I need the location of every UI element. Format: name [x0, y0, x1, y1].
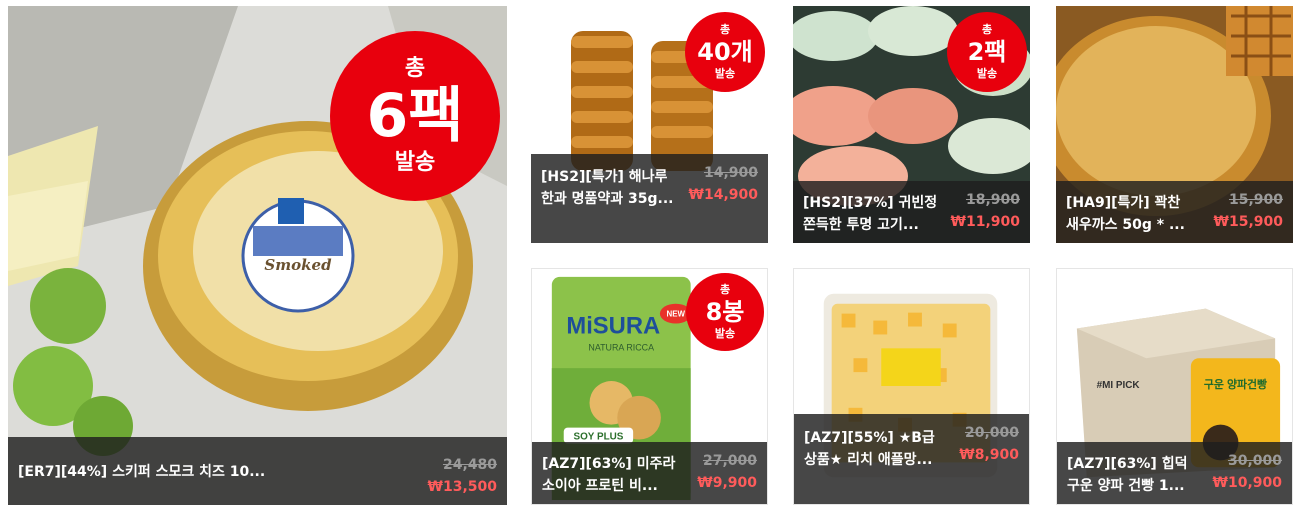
price-block: 27,000 ₩9,900: [697, 450, 757, 494]
badge-bottom: 발송: [714, 67, 736, 80]
sale-price: ₩11,900: [950, 214, 1020, 230]
product-card-4[interactable]: [HA9][특가] 꽉찬 새우까스 50g * ... 15,900 ₩15,9…: [1056, 6, 1293, 243]
price-block: 30,000 ₩10,900: [1213, 450, 1282, 494]
product-name[interactable]: [HS2][특가] 해나루 한과 명품약과 35g...: [541, 166, 689, 236]
original-price: 14,900: [703, 165, 758, 181]
badge-bottom: 발송: [394, 150, 436, 175]
product-info: [HA9][특가] 꽉찬 새우까스 50g * ... 15,900 ₩15,9…: [1056, 181, 1293, 243]
product-name[interactable]: [AZ7][63%] 미주라 소이아 프로틴 비...: [542, 453, 697, 497]
original-price: 15,900: [1228, 192, 1283, 208]
price-block: 14,900 ₩14,900: [689, 162, 758, 206]
cheese-label-text: Smoked: [264, 256, 332, 274]
sale-price: ₩15,900: [1213, 214, 1283, 230]
sale-price: ₩10,900: [1212, 475, 1282, 491]
original-price: 30,000: [1227, 453, 1282, 469]
product-card-7[interactable]: #MI PICK 구운 양파건빵 [AZ7][63%] 힙덕 구운 양파 건빵 …: [1056, 268, 1293, 505]
package-new: NEW: [667, 310, 686, 319]
product-card-5[interactable]: MiSURA NATURA RICCA SOY PLUS NEW 총 8봉 발송…: [531, 268, 768, 505]
product-name[interactable]: [AZ7][55%] ★B급 상품★ 리치 애플망...: [804, 427, 959, 497]
badge-top: 총: [981, 23, 993, 36]
badge-count: 2팩: [967, 38, 1007, 66]
product-info: [HS2][특가] 해나루 한과 명품약과 35g... 14,900 ₩14,…: [531, 154, 768, 243]
product-card-1[interactable]: Smoked 총 6팩 발송 [ER7][44%] 스키퍼 스모크 치즈 10.…: [8, 6, 507, 505]
shipment-badge: 총 40개 발송: [685, 12, 765, 92]
badge-count: 6팩: [366, 81, 464, 151]
package-soy: SOY PLUS: [573, 432, 623, 443]
original-price: 20,000: [964, 425, 1019, 441]
original-price: 27,000: [702, 453, 757, 469]
badge-top: 총: [719, 23, 731, 36]
box-text: #MI PICK: [1097, 380, 1141, 391]
product-info: [AZ7][63%] 미주라 소이아 프로틴 비... 27,000 ₩9,90…: [532, 442, 767, 504]
package-brand: MiSURA: [566, 312, 660, 339]
badge-bottom: 발송: [976, 67, 998, 80]
product-info: [AZ7][63%] 힙덕 구운 양파 건빵 1... 30,000 ₩10,9…: [1057, 442, 1292, 504]
product-card-3[interactable]: 총 2팩 발송 [HS2][37%] 귀빈정 쫀득한 투명 고기... 18,9…: [793, 6, 1030, 243]
product-name[interactable]: [AZ7][63%] 힙덕 구운 양파 건빵 1...: [1067, 453, 1213, 497]
product-info: [AZ7][55%] ★B급 상품★ 리치 애플망... 20,000 ₩8,9…: [794, 414, 1029, 504]
product-name[interactable]: [HS2][37%] 귀빈정 쫀득한 투명 고기...: [803, 192, 951, 236]
sale-price: ₩8,900: [959, 447, 1019, 463]
badge-top: 총: [404, 56, 426, 81]
badge-count: 8봉: [705, 298, 745, 326]
original-price: 18,900: [965, 192, 1020, 208]
price-block: 20,000 ₩8,900: [959, 422, 1019, 466]
product-info: [ER7][44%] 스키퍼 스모크 치즈 10... 24,480 ₩13,5…: [8, 437, 507, 505]
product-name[interactable]: [ER7][44%] 스키퍼 스모크 치즈 10...: [18, 461, 428, 483]
bag-text: 구운 양파건빵: [1204, 377, 1267, 391]
original-price: 24,480: [442, 457, 497, 473]
shipment-badge: 총 8봉 발송: [686, 273, 764, 351]
sale-price: ₩14,900: [688, 187, 758, 203]
product-name[interactable]: [HA9][특가] 꽉찬 새우까스 50g * ...: [1066, 192, 1214, 236]
shipment-badge: 총 2팩 발송: [947, 12, 1027, 92]
price-block: 15,900 ₩15,900: [1214, 189, 1283, 233]
badge-top: 총: [719, 283, 731, 296]
price-block: 18,900 ₩11,900: [951, 189, 1020, 233]
product-card-6[interactable]: [AZ7][55%] ★B급 상품★ 리치 애플망... 20,000 ₩8,9…: [793, 268, 1030, 505]
package-line: NATURA RICCA: [588, 342, 654, 352]
price-block: 24,480 ₩13,500: [428, 454, 497, 498]
sale-price: ₩9,900: [697, 475, 757, 491]
shipment-badge: 총 6팩 발송: [330, 31, 500, 201]
sale-price: ₩13,500: [427, 479, 497, 495]
badge-bottom: 발송: [714, 327, 736, 340]
product-card-2[interactable]: 총 40개 발송 [HS2][특가] 해나루 한과 명품약과 35g... 14…: [531, 6, 768, 243]
product-info: [HS2][37%] 귀빈정 쫀득한 투명 고기... 18,900 ₩11,9…: [793, 181, 1030, 243]
badge-count: 40개: [697, 38, 753, 66]
